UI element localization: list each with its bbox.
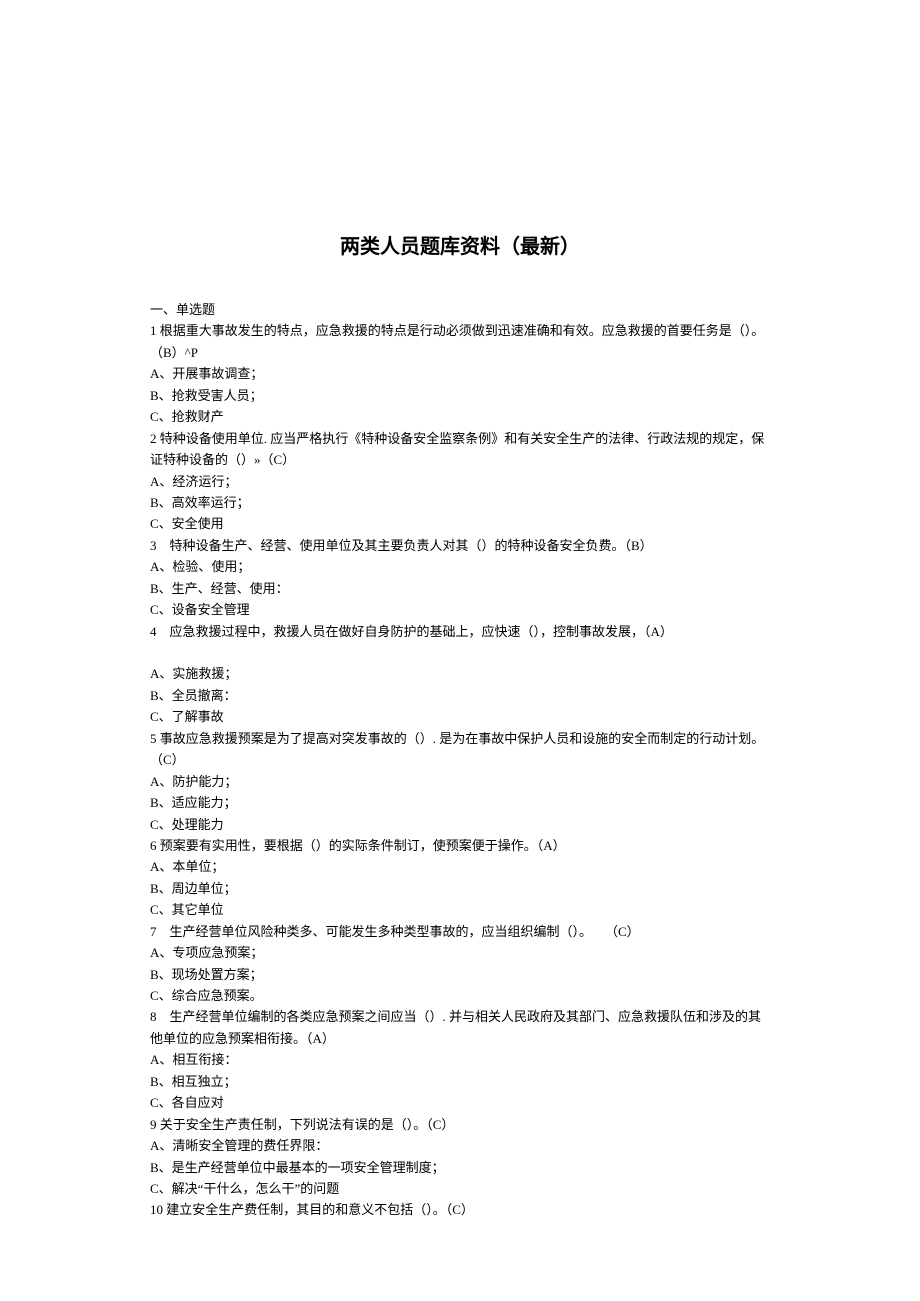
question-option: C、各自应对 bbox=[150, 1092, 770, 1113]
question-option: B、相互独立； bbox=[150, 1071, 770, 1092]
question-option: A、开展事故调查； bbox=[150, 363, 770, 384]
document-page: 两类人员题库资料（最新） 一、单选题 1 根据重大事故发生的特点，应急救援的特点… bbox=[0, 0, 920, 1301]
question-option: B、周边单位； bbox=[150, 878, 770, 899]
question-option: A、本单位； bbox=[150, 856, 770, 877]
question-stem: 9 关于安全生产责任制，下列说法有误的是（）。（C） bbox=[150, 1114, 770, 1135]
question-option: A、专项应急预案； bbox=[150, 942, 770, 963]
question-option: B、是生产经营单位中最基本的一项安全管理制度； bbox=[150, 1157, 770, 1178]
question-stem: 2 特种设备使用单位. 应当严格执行《特种设备安全监察条例》和有关安全生产的法律… bbox=[150, 428, 770, 471]
question-option: C、抢救财产 bbox=[150, 406, 770, 427]
question-option: A、检验、使用； bbox=[150, 556, 770, 577]
question-option: C、了解事故 bbox=[150, 706, 770, 727]
question-option: C、其它单位 bbox=[150, 899, 770, 920]
document-title: 两类人员题库资料（最新） bbox=[150, 230, 770, 259]
question-option: A、防护能力； bbox=[150, 771, 770, 792]
question-option: C、安全使用 bbox=[150, 513, 770, 534]
question-option: B、现场处置方案； bbox=[150, 964, 770, 985]
question-option: B、适应能力； bbox=[150, 792, 770, 813]
question-option: A、实施救援； bbox=[150, 663, 770, 684]
question-stem: 5 事故应急救援预案是为了提高对突发事故的（）. 是为在事故中保护人员和设施的安… bbox=[150, 728, 770, 771]
question-option: B、抢救受害人员； bbox=[150, 385, 770, 406]
question-stem: 1 根据重大事故发生的特点，应急救援的特点是行动必须做到迅速准确和有效。应急救援… bbox=[150, 320, 770, 363]
section-heading: 一、单选题 bbox=[150, 299, 770, 320]
question-option: A、经济运行； bbox=[150, 471, 770, 492]
question-option: B、全员撤离： bbox=[150, 685, 770, 706]
question-option: C、处理能力 bbox=[150, 814, 770, 835]
question-option: C、解决“干什么，怎么干”的问题 bbox=[150, 1178, 770, 1199]
question-stem: 10 建立安全生产费任制，其目的和意义不包括（）。（C） bbox=[150, 1199, 770, 1220]
question-stem: 4 应急救援过程中，救援人员在做好自身防护的基础上，应快速（），控制事故发展，（… bbox=[150, 621, 770, 642]
question-stem: 6 预案要有实用性，要根据（）的实际条件制订，使预案便于操作。（A） bbox=[150, 835, 770, 856]
question-option: C、综合应急预案。 bbox=[150, 985, 770, 1006]
question-option: C、设备安全管理 bbox=[150, 599, 770, 620]
question-stem: 3 特种设备生产、经营、使用单位及其主要负责人对其（）的特种设备安全负费。（B） bbox=[150, 535, 770, 556]
question-option: A、相互衔接： bbox=[150, 1049, 770, 1070]
question-stem: 7 生产经营单位风险种类多、可能发生多种类型事故的，应当组织编制（）。 （C） bbox=[150, 921, 770, 942]
questions-container: 1 根据重大事故发生的特点，应急救援的特点是行动必须做到迅速准确和有效。应急救援… bbox=[150, 320, 770, 1220]
question-stem: 8 生产经营单位编制的各类应急预案之间应当（）. 并与相关人民政府及其部门、应急… bbox=[150, 1006, 770, 1049]
question-option: A、清晰安全管理的费任界限： bbox=[150, 1135, 770, 1156]
question-option: B、高效率运行； bbox=[150, 492, 770, 513]
question-option: B、生产、经营、使用： bbox=[150, 578, 770, 599]
blank-line bbox=[150, 642, 770, 663]
